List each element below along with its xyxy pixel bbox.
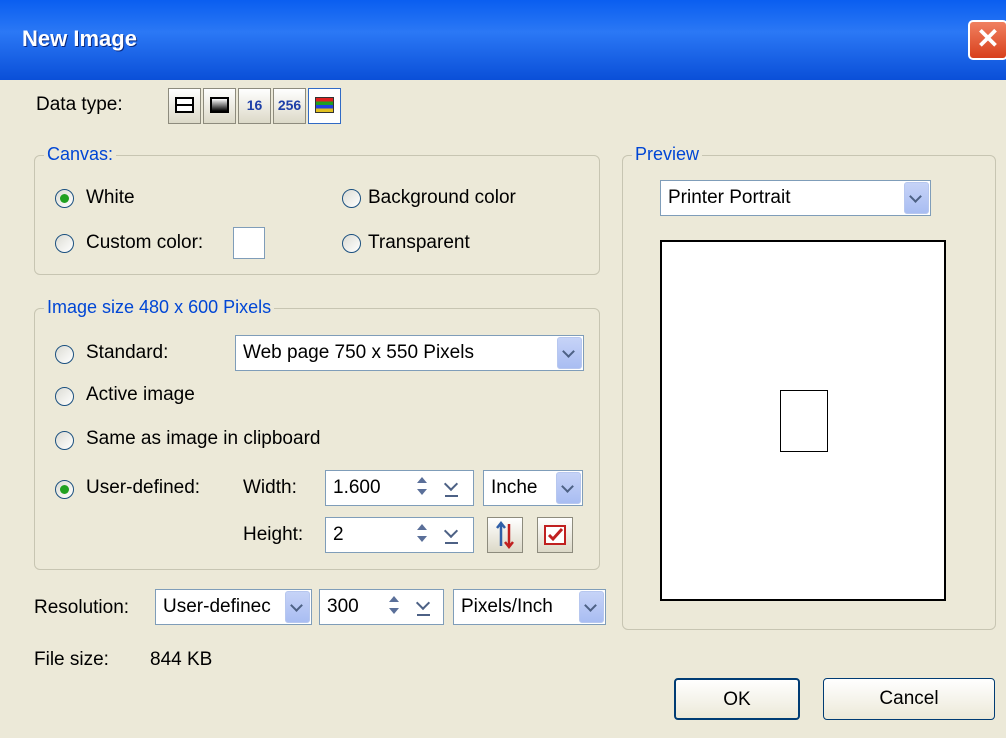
chevron-down-icon[interactable] (579, 591, 604, 623)
window-title: New Image (22, 26, 137, 51)
canvas-background-label: Background color (368, 187, 516, 208)
size-unit-value: Inche (491, 477, 538, 498)
data-type-truecolor-button[interactable] (308, 88, 341, 124)
black-white-icon (175, 97, 194, 113)
chevron-down-icon[interactable] (904, 182, 929, 214)
active-image-radio[interactable] (55, 387, 74, 406)
file-size-value: 844 KB (150, 649, 213, 670)
data-type-greyscale-button[interactable] (203, 88, 236, 124)
title-bar: New Image ✕ (0, 0, 1006, 80)
size-unit-select[interactable]: Inche (483, 470, 583, 506)
resolution-input[interactable]: 300 (319, 589, 444, 625)
ok-button[interactable]: OK (674, 678, 800, 720)
file-size-label: File size: (34, 649, 109, 670)
256-colors-label: 256 (277, 97, 302, 113)
user-defined-radio[interactable] (55, 480, 74, 499)
custom-color-swatch[interactable] (233, 227, 265, 259)
data-type-256-button[interactable]: 256 (273, 88, 306, 124)
height-spin-icon[interactable] (412, 518, 432, 552)
clipboard-radio[interactable] (55, 431, 74, 450)
canvas-white-label: White (86, 187, 135, 208)
standard-radio[interactable] (55, 345, 74, 364)
preview-mode-select[interactable]: Printer Portrait (660, 180, 931, 216)
canvas-background-radio[interactable] (342, 189, 361, 208)
resolution-dropdown-icon[interactable] (414, 590, 434, 624)
chevron-down-icon[interactable] (557, 337, 582, 369)
keep-ratio-button[interactable] (537, 517, 573, 553)
preview-image-outline (780, 390, 828, 452)
chevron-down-icon[interactable] (285, 591, 310, 623)
standard-size-value: Web page 750 x 550 Pixels (243, 342, 474, 363)
width-spin-icon[interactable] (412, 471, 432, 505)
greyscale-icon (210, 97, 229, 113)
clipboard-label: Same as image in clipboard (86, 428, 321, 449)
image-size-group-title: Image size 480 x 600 Pixels (44, 297, 275, 318)
width-input[interactable]: 1.600 (325, 470, 474, 506)
resolution-mode-value: User-definec (163, 596, 271, 617)
resolution-unit-select[interactable]: Pixels/Inch (453, 589, 606, 625)
swap-arrows-icon (496, 520, 514, 550)
resolution-unit-value: Pixels/Inch (461, 596, 553, 617)
height-label: Height: (243, 524, 304, 545)
preview-mode-value: Printer Portrait (668, 187, 791, 208)
canvas-group-title: Canvas: (44, 144, 117, 165)
canvas-custom-radio[interactable] (55, 234, 74, 253)
width-value: 1.600 (333, 477, 381, 498)
cancel-button[interactable]: Cancel (823, 678, 995, 720)
16-colors-label: 16 (246, 97, 263, 113)
standard-size-select[interactable]: Web page 750 x 550 Pixels (235, 335, 584, 371)
true-color-icon (315, 97, 334, 113)
resolution-value: 300 (327, 596, 359, 617)
height-value: 2 (333, 524, 344, 545)
height-dropdown-icon[interactable] (442, 518, 462, 552)
canvas-white-radio[interactable] (55, 189, 74, 208)
height-input[interactable]: 2 (325, 517, 474, 553)
swap-dimensions-button[interactable] (487, 517, 523, 553)
preview-group-title: Preview (632, 144, 703, 165)
resolution-label: Resolution: (34, 597, 130, 618)
data-type-16-button[interactable]: 16 (238, 88, 271, 124)
canvas-transparent-label: Transparent (368, 232, 470, 253)
canvas-group (34, 155, 600, 275)
canvas-transparent-radio[interactable] (342, 234, 361, 253)
width-label: Width: (243, 477, 297, 498)
active-image-label: Active image (86, 384, 195, 405)
user-defined-label: User-defined: (86, 477, 201, 498)
canvas-custom-label: Custom color: (86, 232, 204, 253)
data-type-label: Data type: (36, 94, 123, 115)
resolution-mode-select[interactable]: User-definec (155, 589, 312, 625)
preview-page (660, 240, 946, 601)
resolution-spin-icon[interactable] (384, 590, 404, 624)
chevron-down-icon[interactable] (556, 472, 581, 504)
data-type-bw-button[interactable] (168, 88, 201, 124)
close-button[interactable]: ✕ (968, 20, 1006, 60)
width-dropdown-icon[interactable] (442, 471, 462, 505)
checkbox-checked-icon (544, 525, 566, 545)
standard-label: Standard: (86, 342, 169, 363)
